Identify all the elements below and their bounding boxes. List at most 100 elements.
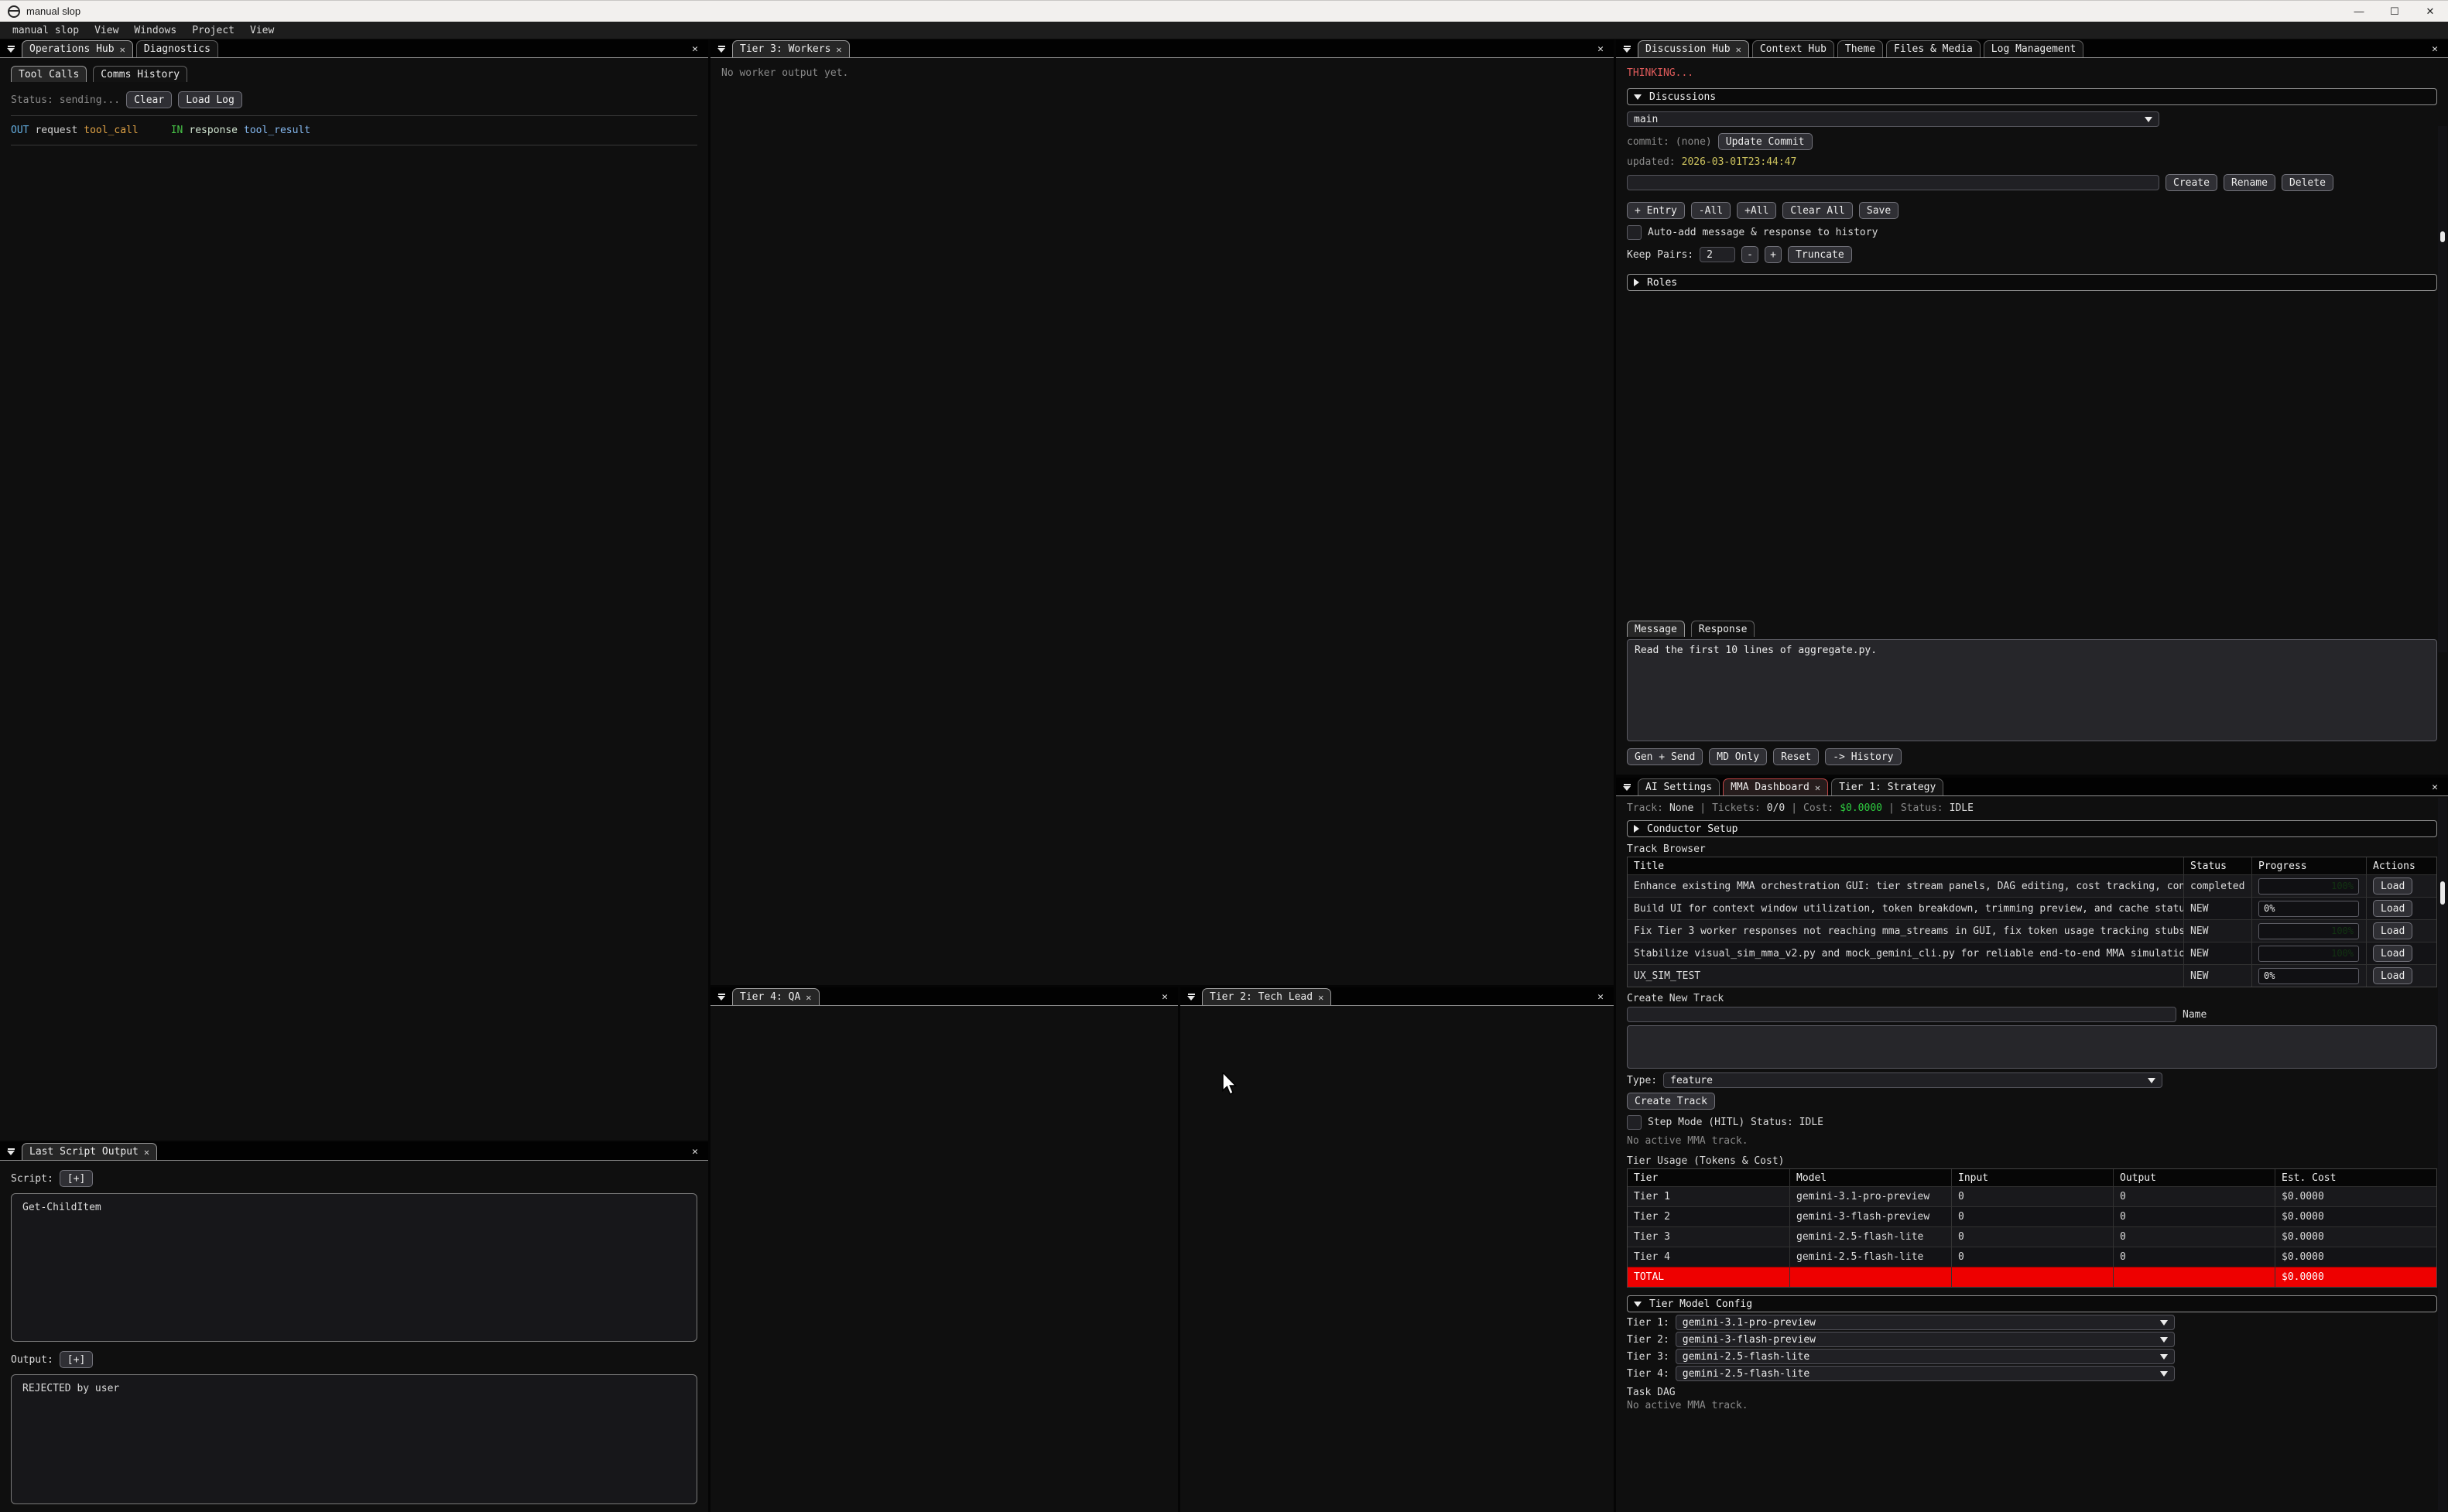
- load-button[interactable]: Load: [2373, 922, 2412, 939]
- track-row[interactable]: UX_SIM_TEST NEW 0% Load: [1628, 964, 2436, 987]
- minus-all-button[interactable]: -All: [1691, 202, 1731, 219]
- subtab-response[interactable]: Response: [1691, 621, 1755, 637]
- tier4-model-select[interactable]: gemini-2.5-flash-lite: [1676, 1366, 2175, 1381]
- panel-close-button[interactable]: ✕: [1593, 43, 1609, 57]
- gen-send-button[interactable]: Gen + Send: [1627, 748, 1703, 765]
- tab-diagnostics[interactable]: Diagnostics: [136, 40, 218, 57]
- delete-button[interactable]: Delete: [2282, 174, 2333, 191]
- tab-files-media[interactable]: Files & Media: [1886, 40, 1981, 57]
- tab-list-button[interactable]: [1619, 42, 1635, 56]
- track-description-textarea[interactable]: [1627, 1025, 2437, 1069]
- load-log-button[interactable]: Load Log: [178, 91, 242, 108]
- panel-close-button[interactable]: ✕: [1593, 991, 1609, 1005]
- rename-button[interactable]: Rename: [2224, 174, 2275, 191]
- clear-all-button[interactable]: Clear All: [1782, 202, 1852, 219]
- track-type-select[interactable]: feature: [1663, 1072, 2162, 1088]
- tab-close-icon[interactable]: ✕: [806, 992, 811, 1003]
- mma-scrollbar[interactable]: [2438, 798, 2447, 1510]
- tab-list-button[interactable]: [714, 42, 729, 56]
- output-text-box[interactable]: REJECTED by user: [11, 1374, 697, 1504]
- subtab-message[interactable]: Message: [1627, 621, 1685, 637]
- panel-close-button[interactable]: ✕: [2427, 782, 2443, 795]
- conductor-setup-header[interactable]: Conductor Setup: [1627, 820, 2437, 837]
- autoadd-checkbox[interactable]: [1627, 225, 1642, 240]
- track-row[interactable]: Build UI for context window utilization,…: [1628, 897, 2436, 919]
- tier1-model-select[interactable]: gemini-3.1-pro-preview: [1676, 1315, 2175, 1330]
- menu-item-windows[interactable]: Windows: [126, 24, 184, 37]
- tab-tier3-workers[interactable]: Tier 3: Workers ✕: [732, 40, 850, 57]
- menu-item-project[interactable]: Project: [184, 24, 242, 37]
- branch-select[interactable]: main: [1627, 111, 2159, 127]
- truncate-button[interactable]: Truncate: [1788, 246, 1852, 263]
- maximize-button[interactable]: ☐: [2377, 1, 2412, 22]
- tab-last-script-output[interactable]: Last Script Output ✕: [22, 1143, 157, 1160]
- script-text-box[interactable]: Get-ChildItem: [11, 1193, 697, 1342]
- roles-header[interactable]: Roles: [1627, 274, 2437, 291]
- tab-list-button[interactable]: [714, 990, 729, 1004]
- tier2-model-select[interactable]: gemini-3-flash-preview: [1676, 1332, 2175, 1347]
- menu-item-manual-slop[interactable]: manual slop: [5, 24, 87, 37]
- tab-list-button[interactable]: [3, 1144, 19, 1158]
- panel-close-button[interactable]: ✕: [687, 1146, 704, 1160]
- menu-item-view-2[interactable]: View: [242, 24, 282, 37]
- panel-close-button[interactable]: ✕: [1157, 991, 1173, 1005]
- panel-close-button[interactable]: ✕: [2427, 43, 2443, 57]
- md-only-button[interactable]: MD Only: [1709, 748, 1767, 765]
- keep-pairs-minus-button[interactable]: -: [1741, 246, 1758, 263]
- tab-close-icon[interactable]: ✕: [1318, 992, 1323, 1003]
- tab-discussion-hub[interactable]: Discussion Hub ✕: [1638, 40, 1749, 57]
- tab-operations-hub[interactable]: Operations Hub ✕: [22, 40, 133, 57]
- tab-close-icon[interactable]: ✕: [144, 1147, 149, 1158]
- to-history-button[interactable]: -> History: [1825, 748, 1901, 765]
- track-name-input[interactable]: [1627, 1007, 2176, 1022]
- load-button[interactable]: Load: [2373, 900, 2412, 917]
- tab-context-hub[interactable]: Context Hub: [1752, 40, 1834, 57]
- keep-pairs-plus-button[interactable]: +: [1765, 246, 1782, 263]
- menu-item-view[interactable]: View: [87, 24, 126, 37]
- tier3-model-select[interactable]: gemini-2.5-flash-lite: [1676, 1349, 2175, 1364]
- tab-close-icon[interactable]: ✕: [120, 44, 125, 55]
- subtab-tool-calls[interactable]: Tool Calls: [11, 66, 87, 82]
- tab-close-icon[interactable]: ✕: [836, 44, 841, 55]
- script-expand-button[interactable]: [+]: [60, 1170, 93, 1187]
- tier-model-config-header[interactable]: Tier Model Config: [1627, 1295, 2437, 1312]
- keep-pairs-input[interactable]: 2: [1700, 247, 1735, 262]
- step-mode-checkbox[interactable]: [1627, 1115, 1642, 1130]
- panel-close-button[interactable]: ✕: [687, 43, 704, 57]
- save-button[interactable]: Save: [1859, 202, 1898, 219]
- subtab-comms-history[interactable]: Comms History: [93, 66, 187, 82]
- tab-list-button[interactable]: [1619, 780, 1635, 794]
- tab-list-button[interactable]: [1183, 990, 1199, 1004]
- discussions-header[interactable]: Discussions: [1627, 88, 2437, 105]
- add-entry-button[interactable]: + Entry: [1627, 202, 1685, 219]
- discussion-name-input[interactable]: [1627, 175, 2159, 190]
- tab-close-icon[interactable]: ✕: [1815, 782, 1820, 793]
- close-button[interactable]: ✕: [2412, 1, 2448, 22]
- load-button[interactable]: Load: [2373, 967, 2412, 984]
- update-commit-button[interactable]: Update Commit: [1718, 133, 1813, 150]
- tab-tier1-strategy[interactable]: Tier 1: Strategy: [1831, 778, 1943, 795]
- message-textarea[interactable]: Read the first 10 lines of aggregate.py.: [1627, 639, 2437, 741]
- tab-theme[interactable]: Theme: [1837, 40, 1883, 57]
- create-button[interactable]: Create: [2166, 174, 2217, 191]
- clear-button[interactable]: Clear: [126, 91, 172, 108]
- create-track-button[interactable]: Create Track: [1627, 1093, 1715, 1110]
- output-expand-button[interactable]: [+]: [60, 1351, 93, 1368]
- track-row[interactable]: Stabilize visual_sim_mma_v2.py and mock_…: [1628, 942, 2436, 964]
- minimize-button[interactable]: —: [2341, 1, 2377, 22]
- load-button[interactable]: Load: [2373, 945, 2412, 962]
- tab-list-button[interactable]: [3, 42, 19, 56]
- tab-log-management[interactable]: Log Management: [1984, 40, 2084, 57]
- tab-mma-dashboard[interactable]: MMA Dashboard ✕: [1723, 778, 1828, 795]
- track-row[interactable]: Fix Tier 3 worker responses not reaching…: [1628, 919, 2436, 942]
- scrollbar-thumb[interactable]: [2440, 231, 2445, 242]
- tab-ai-settings[interactable]: AI Settings: [1638, 778, 1720, 795]
- tab-tier2-tech-lead[interactable]: Tier 2: Tech Lead ✕: [1202, 988, 1331, 1005]
- discussion-scrollbar[interactable]: [2438, 126, 2447, 652]
- plus-all-button[interactable]: +All: [1737, 202, 1776, 219]
- track-row[interactable]: Enhance existing MMA orchestration GUI: …: [1628, 874, 2436, 897]
- reset-button[interactable]: Reset: [1773, 748, 1819, 765]
- load-button[interactable]: Load: [2373, 877, 2412, 895]
- tab-close-icon[interactable]: ✕: [1736, 44, 1741, 55]
- tab-tier4-qa[interactable]: Tier 4: QA ✕: [732, 988, 820, 1005]
